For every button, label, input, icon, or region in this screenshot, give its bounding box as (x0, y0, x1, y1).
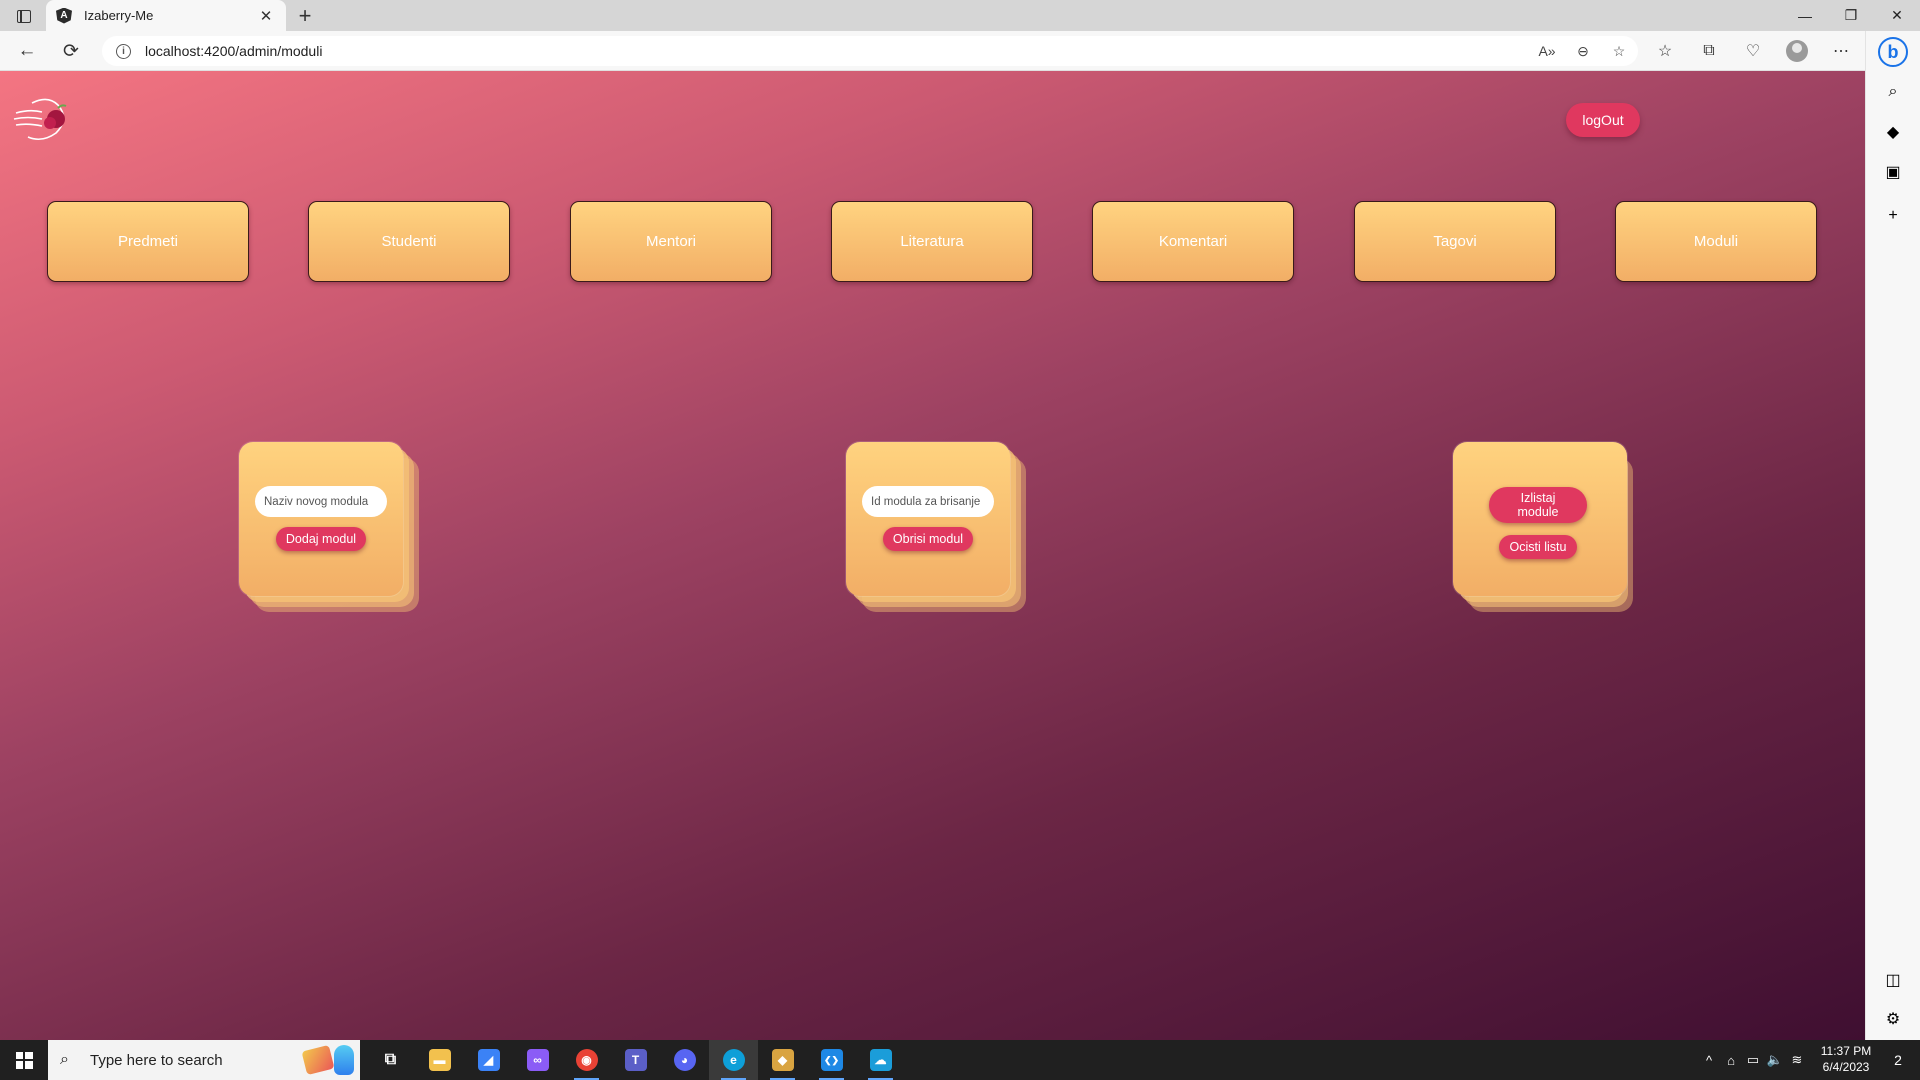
file-explorer-icon[interactable]: ▬ (415, 1040, 464, 1080)
delete-module-button[interactable]: Obrisi modul (883, 527, 973, 551)
nav-tile-literatura[interactable]: Literatura (831, 201, 1033, 282)
module-id-input[interactable] (862, 486, 994, 517)
visual-studio-icon[interactable]: ∞ (513, 1040, 562, 1080)
office-icon[interactable]: ◆ (1880, 119, 1906, 145)
zoom-out-icon[interactable]: ⊖ (1574, 43, 1592, 60)
izaberry-logo-icon (13, 98, 67, 141)
app-blue-icon[interactable]: ◢ (464, 1040, 513, 1080)
browser-essentials-icon[interactable]: ♡ (1738, 36, 1768, 66)
windows-start-icon[interactable] (0, 1040, 48, 1080)
azure-data-icon[interactable]: ☁ (856, 1040, 905, 1080)
nav-tile-komentari[interactable]: Komentari (1092, 201, 1294, 282)
nav-tile-predmeti[interactable]: Predmeti (47, 201, 249, 282)
add-icon[interactable]: + (1880, 203, 1906, 229)
tab-title: Izaberry-Me (84, 8, 154, 23)
settings-gear-icon[interactable]: ⚙ (1880, 1006, 1906, 1032)
wifi-icon[interactable]: ≋ (1786, 1052, 1808, 1068)
refresh-button[interactable]: ⟳ (56, 36, 86, 66)
profile-avatar[interactable] (1782, 36, 1812, 66)
nav-tile-studenti[interactable]: Studenti (308, 201, 510, 282)
clear-list-button[interactable]: Ocisti listu (1499, 535, 1577, 559)
tab-strip: Izaberry-Me ✕ + — ❐ ✕ (0, 0, 1920, 31)
add-favorite-icon[interactable]: ☆ (1610, 43, 1628, 60)
url-field[interactable]: i localhost:4200/admin/moduli A» ⊖ ☆ (102, 36, 1638, 66)
list-modules-button[interactable]: Izlistaj module (1489, 487, 1587, 523)
search-highlight-icon (292, 1044, 354, 1076)
notification-count: 2 (1894, 1052, 1902, 1068)
url-text[interactable]: localhost:4200/admin/moduli (145, 43, 322, 59)
nav-tile-tagovi[interactable]: Tagovi (1354, 201, 1556, 282)
clock-date: 6/4/2023 (1822, 1060, 1870, 1074)
tab-actions-icon[interactable] (10, 6, 38, 26)
close-window-button[interactable]: ✕ (1874, 0, 1920, 31)
vscode-icon[interactable]: ❮❯ (807, 1040, 856, 1080)
split-screen-icon[interactable]: ◫ (1880, 967, 1906, 993)
git-icon[interactable]: ◆ (758, 1040, 807, 1080)
delete-module-card: Obrisi modul (846, 442, 1046, 632)
site-info-icon[interactable]: i (116, 43, 131, 59)
show-hidden-icons-icon[interactable]: ^ (1698, 1053, 1720, 1068)
collections-icon[interactable]: ⧉ (1694, 36, 1724, 66)
notifications-icon[interactable]: 2 (1876, 1040, 1920, 1080)
bing-chat-icon[interactable]: b (1878, 37, 1908, 67)
edge-icon[interactable]: e (709, 1040, 758, 1080)
add-module-card: Dodaj modul (239, 442, 439, 632)
new-tab-button[interactable]: + (292, 3, 318, 29)
clock[interactable]: 11:37 PM 6/4/2023 (1816, 1044, 1876, 1075)
nav-tile-mentori[interactable]: Mentori (570, 201, 772, 282)
admin-nav: Predmeti Studenti Mentori Literatura Kom… (47, 201, 1819, 282)
edge-sidebar: b ⌕ ◆ ▣ + ◫ ⚙ (1865, 31, 1920, 1040)
tab-close-icon[interactable]: ✕ (256, 7, 276, 25)
teams-icon[interactable]: T (611, 1040, 660, 1080)
add-module-button[interactable]: Dodaj modul (276, 527, 366, 551)
task-view-icon[interactable]: ⧉ (366, 1040, 415, 1080)
favorites-icon[interactable]: ☆ (1650, 36, 1680, 66)
clock-time: 11:37 PM (1820, 1044, 1872, 1059)
chrome-icon[interactable]: ◉ (562, 1040, 611, 1080)
more-menu-icon[interactable]: ⋯ (1826, 36, 1856, 66)
volume-icon[interactable]: 🔈 (1764, 1052, 1786, 1068)
device-icon[interactable]: ⌂ (1720, 1053, 1742, 1068)
address-bar-row: ← ⟳ i localhost:4200/admin/moduli A» ⊖ ☆… (0, 31, 1920, 71)
page-viewport: logOut Predmeti Studenti Mentori Literat… (0, 71, 1865, 1040)
taskbar-search-box[interactable]: ⌕ Type here to search (48, 1040, 360, 1080)
search-icon: ⌕ (60, 1051, 69, 1068)
search-icon[interactable]: ⌕ (1880, 79, 1906, 105)
browser-tab[interactable]: Izaberry-Me ✕ (46, 0, 286, 31)
windows-taskbar: ⌕ Type here to search ⧉ ▬ ◢ ∞ ◉ T ◕ e ◆ … (0, 1040, 1920, 1080)
outlook-icon[interactable]: ▣ (1880, 159, 1906, 185)
battery-icon[interactable]: ▭ (1742, 1052, 1764, 1068)
minimize-button[interactable]: — (1782, 0, 1828, 31)
logout-button[interactable]: logOut (1566, 103, 1640, 137)
discord-icon[interactable]: ◕ (660, 1040, 709, 1080)
module-name-input[interactable] (255, 486, 387, 517)
search-placeholder: Type here to search (90, 1051, 223, 1069)
angular-favicon-icon (56, 7, 72, 24)
nav-tile-moduli[interactable]: Moduli (1615, 201, 1817, 282)
restore-button[interactable]: ❐ (1828, 0, 1874, 31)
read-aloud-icon[interactable]: A» (1538, 43, 1556, 59)
back-button[interactable]: ← (12, 36, 42, 66)
list-modules-card: Izlistaj module Ocisti listu (1453, 442, 1653, 632)
system-tray: ^ ⌂ ▭ 🔈 ≋ 11:37 PM 6/4/2023 2 (1698, 1040, 1920, 1080)
